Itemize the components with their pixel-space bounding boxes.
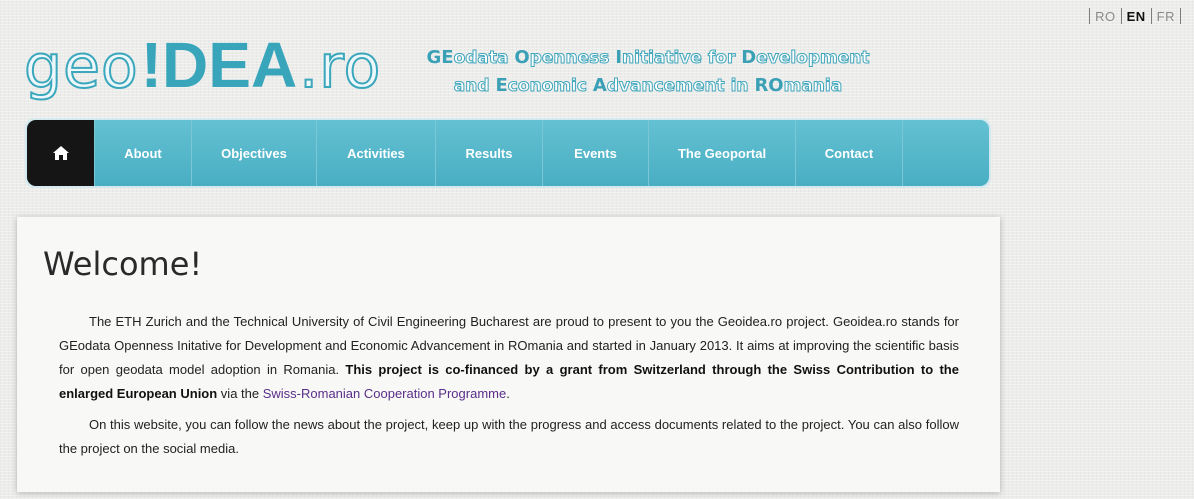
tagline-initial: D	[741, 47, 757, 68]
tagline-line-1: GEodata Openness Initiative for Developm…	[398, 44, 898, 72]
tagline-initial: RO	[754, 75, 784, 96]
logo-geo: geo	[23, 31, 139, 103]
tagline-text: mania	[783, 76, 843, 97]
site-logo[interactable]: geo !DEA .ro	[23, 28, 382, 108]
welcome-text: The ETH Zurich and the Technical Univers…	[59, 310, 959, 468]
welcome-panel: Welcome! The ETH Zurich and the Technica…	[17, 217, 1000, 492]
nav-home-button[interactable]	[27, 120, 95, 186]
tagline-text: evelopment	[756, 48, 870, 69]
lang-en[interactable]: EN	[1127, 9, 1146, 24]
nav-item-objectives[interactable]: Objectives	[192, 120, 317, 186]
website-paragraph: On this website, you can follow the news…	[59, 417, 959, 456]
lang-separator	[1150, 8, 1152, 24]
nav-item-contact[interactable]: Contact	[796, 120, 903, 186]
tagline-initial: E	[495, 75, 508, 96]
page-title: Welcome!	[43, 245, 203, 283]
intro-via: via the	[217, 386, 263, 401]
language-switch: RO EN FR	[1084, 8, 1186, 24]
tagline-line-2: and Economic Advancement in ROmania	[398, 72, 898, 100]
cooperation-programme-link[interactable]: Swiss-Romanian Cooperation Programme	[263, 386, 507, 401]
nav-item-events[interactable]: Events	[543, 120, 649, 186]
intro-paragraph: The ETH Zurich and the Technical Univers…	[59, 310, 959, 406]
lang-ro[interactable]: RO	[1095, 9, 1116, 24]
tagline-initial: O	[514, 47, 530, 68]
tagline-text: and	[453, 76, 496, 97]
nav-item-results[interactable]: Results	[436, 120, 543, 186]
nav-item-activities[interactable]: Activities	[317, 120, 436, 186]
tagline-initial: GE	[426, 47, 454, 68]
tagline-text: odata	[453, 48, 515, 69]
logo-idea: !DEA	[140, 29, 298, 101]
lang-fr[interactable]: FR	[1157, 9, 1175, 24]
lang-separator	[1089, 8, 1091, 24]
tagline-initial: A	[592, 75, 607, 96]
main-nav: About Objectives Activities Results Even…	[25, 118, 991, 188]
nav-item-about[interactable]: About	[95, 120, 192, 186]
tagline-text: conomic	[507, 76, 593, 97]
logo-ro: .ro	[298, 31, 382, 103]
nav-item-geoportal[interactable]: The Geoportal	[649, 120, 796, 186]
intro-end: .	[506, 386, 510, 401]
tagline-text: dvancement in	[606, 76, 755, 97]
tagline-text: nitiative for	[622, 48, 742, 69]
site-tagline: GEodata Openness Initiative for Developm…	[398, 44, 898, 100]
home-icon	[52, 146, 69, 160]
lang-separator	[1180, 8, 1181, 24]
tagline-text: penness	[529, 48, 616, 69]
main-nav-bar: About Objectives Activities Results Even…	[27, 120, 989, 186]
lang-separator	[1120, 8, 1122, 24]
